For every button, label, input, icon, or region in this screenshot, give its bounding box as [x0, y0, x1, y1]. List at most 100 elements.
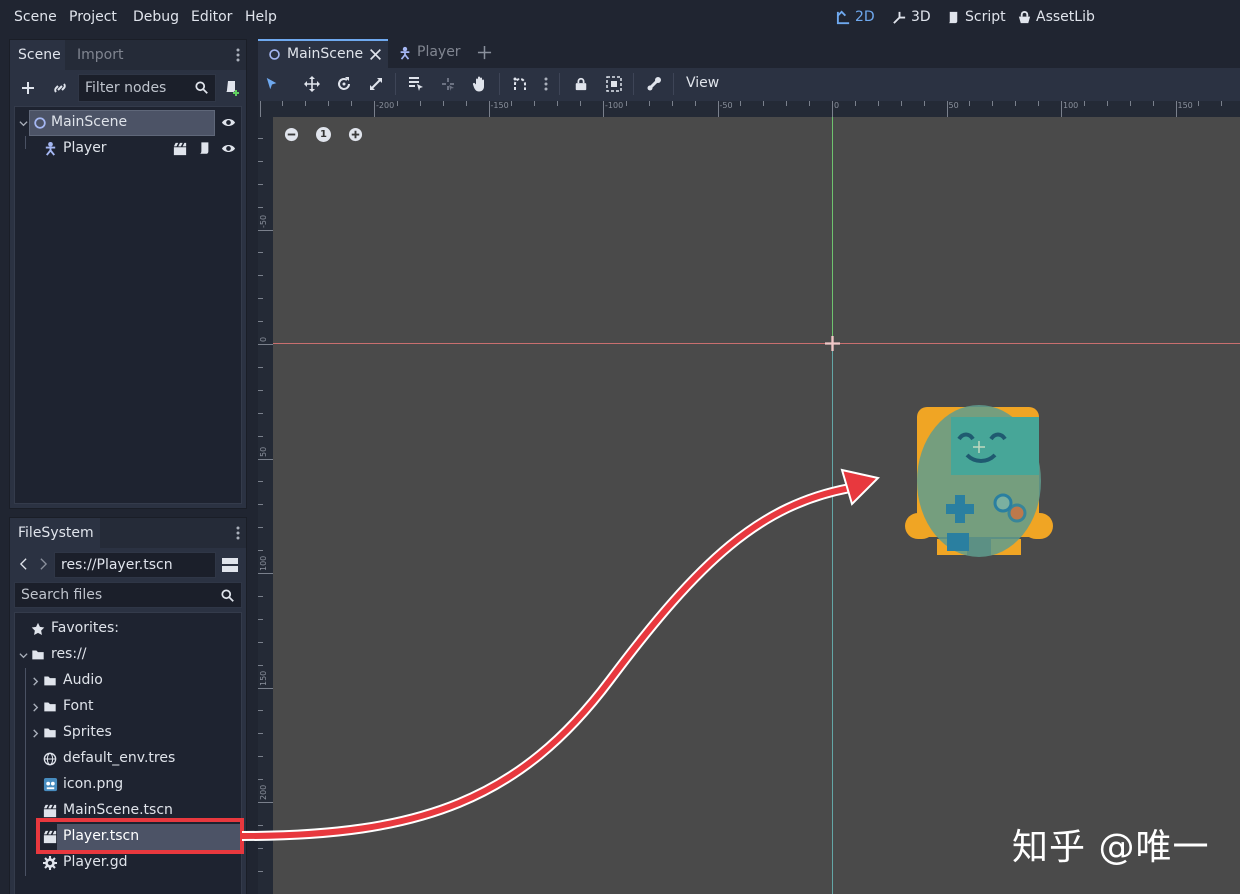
- ruler-tick: [258, 412, 263, 414]
- file-row-icon-png[interactable]: icon.png: [15, 772, 241, 798]
- search-files-placeholder: Search files: [21, 587, 103, 603]
- canvas-viewport[interactable]: 1: [273, 117, 1240, 894]
- file-label: MainScene.tscn: [63, 802, 173, 818]
- open-scene-clapper-icon[interactable]: [173, 142, 187, 156]
- file-row-player-gd[interactable]: Player.gd: [15, 850, 241, 876]
- ruler-tick: [1038, 101, 1040, 106]
- player-sprite[interactable]: [903, 405, 1055, 557]
- ruler-tick: [305, 101, 307, 106]
- expand-arrow-icon[interactable]: [31, 676, 40, 686]
- file-row-player-tscn[interactable]: Player.tscn: [15, 824, 243, 850]
- forward-arrow-icon[interactable]: [36, 555, 50, 573]
- menu-debug[interactable]: Debug: [133, 9, 179, 25]
- ruler-label: 150: [259, 670, 268, 686]
- ruler-tick: [786, 101, 788, 106]
- pivot-icon[interactable]: [440, 76, 456, 92]
- list-select-icon[interactable]: [408, 76, 424, 92]
- ruler-tick: [258, 573, 273, 574]
- path-field[interactable]: res://Player.tscn: [54, 552, 216, 578]
- menu-project[interactable]: Project: [69, 9, 117, 25]
- toolbar-separator: [633, 73, 634, 95]
- filter-nodes-input[interactable]: Filter nodes: [78, 74, 216, 102]
- collapse-arrow-icon[interactable]: [19, 119, 28, 128]
- x-axis-line: [273, 343, 1240, 344]
- ruler-tick: [258, 321, 263, 323]
- collapse-arrow-icon[interactable]: [19, 651, 28, 660]
- tab-player-label: Player: [417, 44, 461, 60]
- menu-help[interactable]: Help: [245, 9, 277, 25]
- zoom-out-icon[interactable]: [284, 127, 299, 142]
- pan-hand-icon[interactable]: [472, 75, 488, 92]
- add-tab-icon[interactable]: [477, 45, 492, 60]
- file-row-font[interactable]: Font: [15, 694, 241, 720]
- snap-options-icon[interactable]: [544, 76, 548, 92]
- ruler-label: -150: [490, 101, 509, 110]
- search-files-input[interactable]: Search files: [14, 582, 242, 608]
- snap-magnet-icon[interactable]: [512, 76, 528, 92]
- ruler-label: -200: [376, 101, 395, 110]
- rotate-icon[interactable]: [336, 76, 352, 92]
- root-folder-row[interactable]: res://: [15, 642, 241, 668]
- ruler-tick: [1221, 101, 1223, 106]
- file-row-mainscene-tscn[interactable]: MainScene.tscn: [15, 798, 241, 824]
- script-icon[interactable]: [197, 141, 211, 156]
- lock-icon[interactable]: [574, 76, 588, 92]
- expand-arrow-icon[interactable]: [31, 702, 40, 712]
- search-icon: [221, 589, 234, 602]
- expand-arrow-icon[interactable]: [31, 728, 40, 738]
- view-menu[interactable]: View: [686, 75, 719, 91]
- select-arrow-icon[interactable]: [265, 77, 279, 91]
- workspace-3d-button[interactable]: 3D: [892, 9, 931, 25]
- file-label: default_env.tres: [63, 750, 176, 766]
- zoom-reset-button[interactable]: 1: [316, 127, 331, 142]
- tab-scene[interactable]: Scene: [10, 40, 65, 70]
- instance-scene-icon[interactable]: [50, 78, 70, 98]
- ruler-label: 200: [259, 784, 268, 800]
- tree-node-mainscene[interactable]: MainScene: [15, 110, 241, 136]
- menu-editor[interactable]: Editor: [191, 9, 232, 25]
- close-icon[interactable]: [369, 48, 382, 61]
- ruler-tick: [442, 101, 444, 106]
- scale-icon[interactable]: [368, 76, 384, 92]
- script-icon: [948, 11, 958, 23]
- horizontal-ruler: -200 -150 -100 -50 0 50 100 150: [258, 101, 1240, 117]
- file-row-audio[interactable]: Audio: [15, 668, 241, 694]
- ruler-tick: [763, 101, 765, 106]
- tab-filesystem[interactable]: FileSystem: [10, 518, 100, 548]
- move-icon[interactable]: [304, 76, 320, 92]
- tab-mainscene[interactable]: MainScene: [258, 39, 388, 68]
- dock-menu-icon[interactable]: [232, 46, 244, 64]
- ruler-label: 0: [259, 336, 268, 342]
- add-node-icon[interactable]: [18, 78, 38, 98]
- file-row-sprites[interactable]: Sprites: [15, 720, 241, 746]
- ruler-tick: [603, 101, 604, 117]
- tab-player[interactable]: Player: [394, 39, 466, 68]
- ruler-tick: [854, 101, 856, 106]
- visibility-eye-icon[interactable]: [221, 115, 236, 130]
- back-arrow-icon[interactable]: [16, 555, 30, 573]
- ruler-tick: [258, 527, 263, 529]
- ruler-tick: [625, 101, 627, 106]
- workspace-2d-button[interactable]: 2D: [836, 9, 875, 25]
- group-icon[interactable]: [606, 76, 622, 92]
- ruler-tick: [1152, 101, 1154, 106]
- zoom-in-icon[interactable]: [348, 127, 363, 142]
- ruler-tick: [717, 101, 719, 117]
- dock-menu-icon[interactable]: [232, 524, 244, 542]
- menu-scene[interactable]: Scene: [14, 9, 57, 25]
- split-mode-icon[interactable]: [220, 555, 240, 575]
- tab-import[interactable]: Import: [69, 40, 131, 70]
- tab-mainscene-label: MainScene: [287, 46, 364, 62]
- ruler-tick: [258, 824, 263, 826]
- ruler-tick: [671, 101, 673, 106]
- visibility-eye-icon[interactable]: [221, 141, 236, 156]
- workspace-assetlib-button[interactable]: AssetLib: [1017, 9, 1095, 25]
- file-row-default-env[interactable]: default_env.tres: [15, 746, 241, 772]
- vertical-ruler: -50 0 50 100 150 200: [258, 117, 273, 894]
- watermark: 知乎 @唯一: [1012, 827, 1210, 868]
- skeleton-bone-icon[interactable]: [646, 76, 662, 92]
- tree-node-player[interactable]: Player: [15, 136, 241, 162]
- attach-script-icon[interactable]: [222, 78, 242, 98]
- workspace-script-button[interactable]: Script: [946, 9, 1006, 25]
- favorites-row[interactable]: Favorites:: [15, 616, 241, 642]
